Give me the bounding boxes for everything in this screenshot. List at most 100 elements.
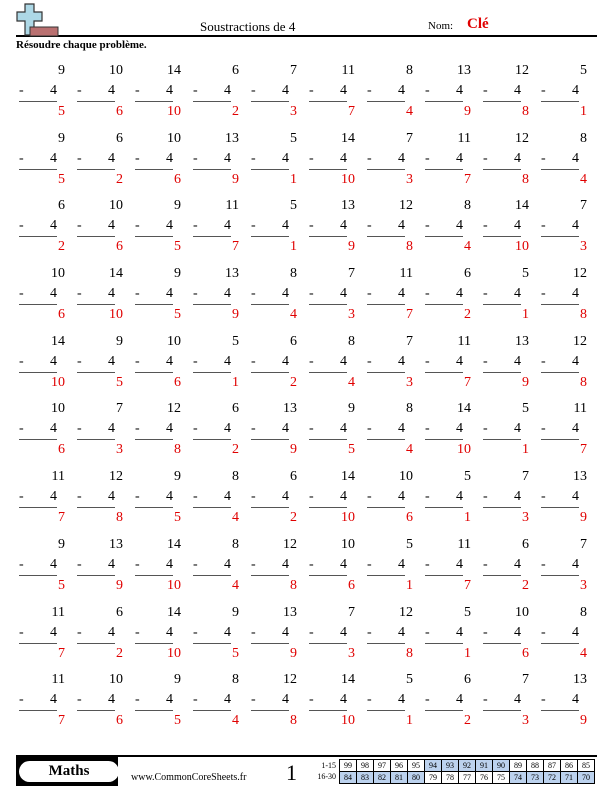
subtrahend: 4 [224,624,231,640]
minuend: 13 [225,266,239,282]
minus-sign: - [367,489,372,505]
answer-line [19,101,57,102]
minuend: 10 [167,130,181,146]
problem: 9 - 45 [132,672,190,740]
answer-line [425,236,463,238]
score-cell: 97 [373,759,391,772]
problem: 10 - 4 6 [306,537,364,605]
subtrahend: 4 [108,83,115,98]
answer-line [77,236,115,238]
problem: 6 - 42 [422,672,480,740]
worksheet-header: Soustractions de 4 Nom: Clé [16,0,597,37]
minuend: 5 [290,130,297,146]
answer-line [19,439,57,441]
minuend: 6 [290,469,297,485]
answer: 5 [174,307,181,323]
subtrahend: 4 [340,286,347,302]
score-cell: 92 [458,759,476,772]
minuend: 11 [457,536,471,552]
problem: 7 - 43 [74,401,132,469]
minuend: 5 [290,198,297,214]
minuend: 6 [232,63,239,78]
minuend: 5 [232,333,239,349]
answer: 6 [174,374,181,390]
answer: 6 [58,442,65,458]
minuend: 13 [573,469,587,485]
minuend: 10 [51,401,65,417]
subtrahend: 4 [50,218,57,234]
subtrahend: 4 [340,489,347,505]
score-cell: 86 [560,759,578,772]
minuend: 9 [116,333,123,349]
answer: 1 [464,510,471,526]
answer: 3 [406,171,413,187]
problem-row: 9-4 5 10-4 6 14-4 10 6-4 2 7-4 3 11-4 7 8-4 4 13-4 9 12-… [16,63,596,131]
minus-sign: - [425,286,430,302]
minuend: 9 [58,130,65,146]
answer-line [541,439,579,441]
minus-sign: - [251,286,256,302]
score-cell: 75 [492,771,510,784]
problem: 10 - 4 6 [132,334,190,402]
answer-line [309,371,347,373]
problem: 5 - 41 [248,131,306,199]
answer: 10 [341,713,355,729]
answer-line [251,439,289,441]
answer: 7 [348,104,355,119]
minus-sign: - [425,421,430,437]
problem: 8 - 44 [364,401,422,469]
answer-line [135,507,173,509]
minus-sign: - [19,556,24,572]
subtrahend: 4 [456,624,463,640]
subtrahend: 4 [50,150,57,166]
answer-line [367,507,405,509]
minuend: 8 [406,63,413,78]
answer-line [425,710,463,712]
minus-sign: - [425,150,430,166]
answer: 7 [58,645,65,661]
minuend: 7 [522,469,529,485]
answer: 8 [290,713,297,729]
subtrahend: 4 [166,353,173,369]
answer-line [483,168,521,170]
problem: 7 - 43 [480,672,538,740]
problem: 11 - 4 7 [422,537,480,605]
answer-line [19,507,57,509]
minus-sign: - [483,353,488,369]
problem: 12 - 4 8 [248,672,306,740]
answer-line [251,507,289,509]
problem: 9 - 45 [190,605,248,673]
answer: 2 [290,374,297,390]
subtrahend: 4 [398,83,405,98]
answer-line [483,236,521,238]
minuend: 14 [167,604,181,620]
answer-line [483,642,521,644]
problem: 8 - 44 [422,198,480,266]
minus-sign: - [251,624,256,640]
problem: 8 - 44 [190,537,248,605]
minus-sign: - [309,286,314,302]
minuend: 6 [464,266,471,282]
answer: 10 [51,374,65,390]
minus-sign: - [193,556,198,572]
answer: 4 [232,577,239,593]
minuend: 12 [283,536,297,552]
minuend: 9 [232,604,239,620]
subtrahend: 4 [398,421,405,437]
answer: 10 [515,239,529,255]
subtrahend: 4 [108,353,115,369]
answer-line [425,507,463,509]
subtrahend: 4 [282,218,289,234]
problem: 14 - 4 10 [74,266,132,334]
problem: 11 - 4 7 [16,469,74,537]
score-cell: 89 [509,759,527,772]
answer-line [193,168,231,170]
answer-line [251,642,289,644]
minus-sign: - [483,489,488,505]
subtrahend: 4 [108,624,115,640]
answer-line [193,642,231,644]
answer-line [309,642,347,644]
minus-sign: - [483,150,488,166]
problem: 13 - 4 9 [190,131,248,199]
minuend: 5 [464,604,471,620]
